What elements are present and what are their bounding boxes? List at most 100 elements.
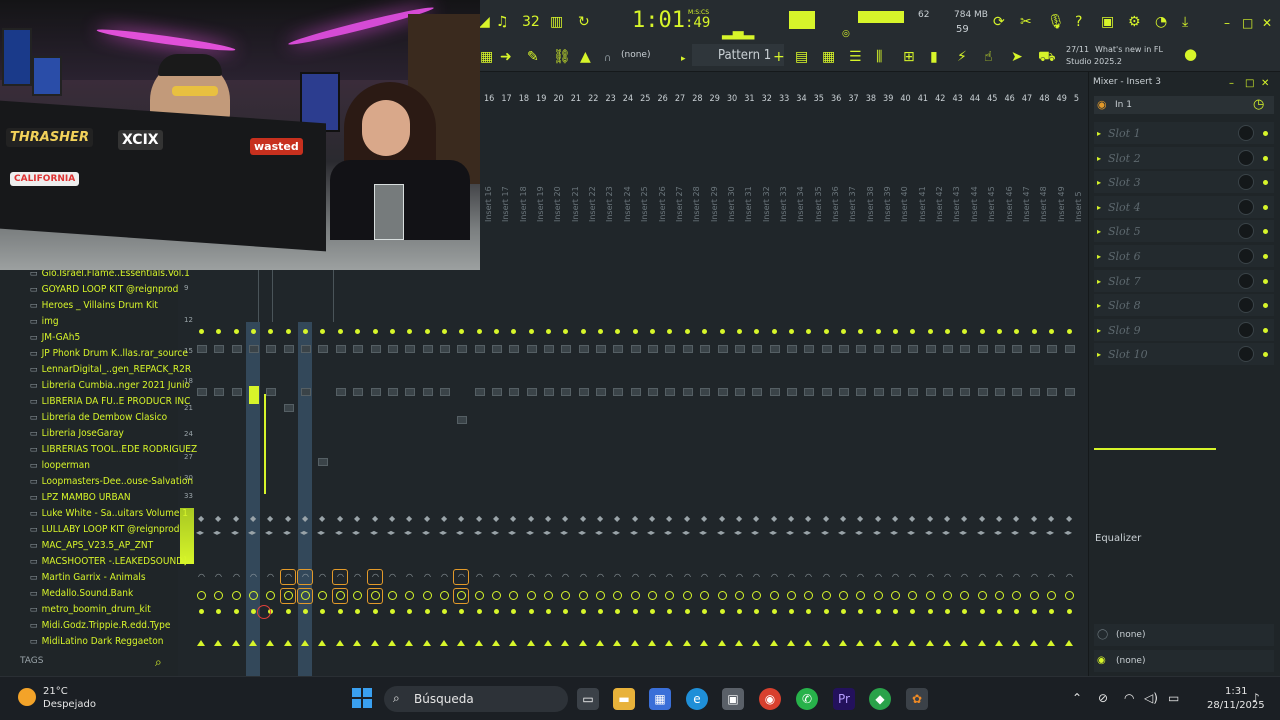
start-button[interactable] <box>352 688 372 708</box>
record-arm-led[interactable] <box>737 609 742 614</box>
record-arm-led[interactable] <box>303 609 308 614</box>
record-arm-led[interactable] <box>685 609 690 614</box>
stereo-indicator[interactable]: ◂▸ <box>474 528 482 537</box>
maximize-icon[interactable]: □ <box>1242 16 1253 30</box>
insert-name[interactable]: Insert 36 <box>831 186 840 222</box>
insert-name[interactable]: Insert 25 <box>640 186 649 222</box>
app-icon[interactable]: ▣ <box>722 688 744 710</box>
pan-indicator[interactable]: ◆ <box>961 514 967 523</box>
pan-indicator[interactable]: ◆ <box>614 514 620 523</box>
send-arrow[interactable] <box>214 640 222 646</box>
highlighted-fx[interactable] <box>297 569 313 585</box>
insert-name[interactable]: Insert 44 <box>970 186 979 222</box>
fader-cap[interactable] <box>249 345 259 353</box>
browser-folder-item[interactable]: ▭ LennarDigital_..gen_REPACK_R2R <box>30 364 191 380</box>
fx-slot-indicator[interactable]: ◠ <box>406 572 413 581</box>
fader-cap[interactable] <box>336 345 346 353</box>
send-arrow[interactable] <box>891 640 899 646</box>
mute-led[interactable] <box>529 329 534 334</box>
browser-folder-item[interactable]: ▭ Libreria JoseGaray <box>30 428 124 444</box>
insert-name[interactable]: Insert 27 <box>675 186 684 222</box>
fx-slot-indicator[interactable]: ◠ <box>996 572 1003 581</box>
refresh-icon[interactable]: ⟳ <box>993 14 1005 30</box>
fx-slot-indicator[interactable]: ◠ <box>961 572 968 581</box>
notification-icon[interactable]: ♪ <box>1252 691 1260 705</box>
fader-cap[interactable] <box>978 345 988 353</box>
record-arm-led[interactable] <box>216 609 221 614</box>
fader-cap[interactable] <box>371 345 381 353</box>
mute-led[interactable] <box>251 329 256 334</box>
routing-knob[interactable] <box>960 591 969 600</box>
pan-indicator[interactable]: ◆ <box>1066 514 1072 523</box>
channel-number[interactable]: 25 <box>640 94 650 104</box>
stereo-indicator[interactable]: ◂▸ <box>300 528 308 537</box>
volume-fader[interactable] <box>891 388 901 396</box>
pan-indicator[interactable]: ◆ <box>719 514 725 523</box>
fader-cap[interactable] <box>527 345 537 353</box>
mute-led[interactable] <box>667 329 672 334</box>
channel-number[interactable]: 29 <box>710 94 720 104</box>
mute-led[interactable] <box>910 329 915 334</box>
browser-folder-item[interactable]: ▭ JM-GAh5 <box>30 332 80 348</box>
insert-name[interactable]: Insert 49 <box>1057 186 1066 222</box>
volume-fader[interactable] <box>926 388 936 396</box>
fader-cap[interactable] <box>301 345 311 353</box>
insert-name[interactable]: Insert 46 <box>1005 186 1014 222</box>
record-arm-led[interactable] <box>581 609 586 614</box>
slot-expand-icon[interactable]: ▸ <box>1097 252 1101 261</box>
volume-fader[interactable] <box>770 388 780 396</box>
clock-time[interactable]: 1:31 <box>1225 686 1247 697</box>
fx-slot-indicator[interactable]: ◠ <box>562 572 569 581</box>
magnet-icon[interactable]: ∩ <box>604 51 611 67</box>
pan-indicator[interactable]: ◆ <box>649 514 655 523</box>
stereo-indicator[interactable]: ◂▸ <box>751 528 759 537</box>
volume-fader[interactable] <box>995 388 1005 396</box>
record-arm-led[interactable] <box>598 609 603 614</box>
browser-folder-item[interactable]: ▭ Heroes _ Villains Drum Kit <box>30 300 158 316</box>
send-arrow[interactable] <box>839 640 847 646</box>
pan-indicator[interactable]: ◆ <box>285 514 291 523</box>
pan-indicator[interactable]: ◆ <box>979 514 985 523</box>
channel-number[interactable]: 20 <box>553 94 563 104</box>
stereo-indicator[interactable]: ◂▸ <box>994 528 1002 537</box>
routing-knob[interactable] <box>700 591 709 600</box>
channel-number[interactable]: 19 <box>536 94 546 104</box>
send-arrow[interactable] <box>926 640 934 646</box>
mute-led[interactable] <box>442 329 447 334</box>
send-arrow[interactable] <box>700 640 708 646</box>
routing-knob[interactable] <box>926 591 935 600</box>
plug-icon[interactable]: ⚡ <box>957 49 967 65</box>
pan-indicator[interactable]: ◆ <box>372 514 378 523</box>
mute-led[interactable] <box>581 329 586 334</box>
stereo-indicator[interactable]: ◂▸ <box>283 528 291 537</box>
file-explorer-icon[interactable]: ▬ <box>613 688 635 710</box>
fx-slot-indicator[interactable]: ◠ <box>1048 572 1055 581</box>
routing-knob[interactable] <box>475 591 484 600</box>
send-arrow[interactable] <box>908 640 916 646</box>
insert-name[interactable]: Insert 18 <box>519 186 528 222</box>
channel-number[interactable]: 40 <box>900 94 910 104</box>
send-arrow[interactable] <box>509 640 517 646</box>
volume-fader[interactable] <box>301 388 311 396</box>
stereo-indicator[interactable]: ◂▸ <box>422 528 430 537</box>
typing-keyboard-icon[interactable]: ▥ <box>550 14 563 30</box>
mute-led[interactable] <box>702 329 707 334</box>
insert-name[interactable]: Insert 21 <box>571 186 580 222</box>
fader-cap[interactable] <box>579 345 589 353</box>
mute-led[interactable] <box>997 329 1002 334</box>
fl-studio-taskbar-icon[interactable]: ✿ <box>906 688 928 710</box>
fader-cap[interactable] <box>908 345 918 353</box>
volume-fader[interactable] <box>1065 388 1075 396</box>
browser-folder-item[interactable]: ▭ Medallo.Sound.Bank <box>30 588 133 604</box>
channel-number[interactable]: 18 <box>519 94 529 104</box>
insert-name[interactable]: Insert 43 <box>952 186 961 222</box>
browser-folder-item[interactable]: ▭ looperman <box>30 460 90 476</box>
send-arrow[interactable] <box>943 640 951 646</box>
fx-slot-indicator[interactable]: ◠ <box>857 572 864 581</box>
slot-enable-led[interactable] <box>1263 155 1268 161</box>
record-arm-led[interactable] <box>199 609 204 614</box>
channel-number[interactable]: 32 <box>762 94 772 104</box>
insert-name[interactable]: Insert 5 <box>1074 191 1083 222</box>
slot-mix-knob[interactable] <box>1238 248 1254 264</box>
routing-knob[interactable] <box>613 591 622 600</box>
